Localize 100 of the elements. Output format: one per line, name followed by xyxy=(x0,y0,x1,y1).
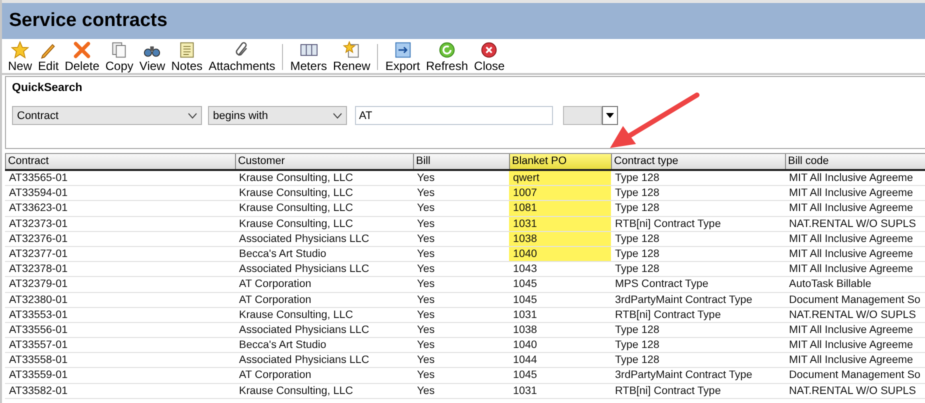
table-cell-text: 1043 xyxy=(512,262,538,276)
column-header[interactable]: Blanket PO xyxy=(509,154,611,169)
column-header[interactable]: Customer xyxy=(235,154,413,169)
table-cell-text: Type 128 xyxy=(614,262,660,276)
toolbar-button[interactable]: Attachments xyxy=(206,41,278,73)
quicksearch-label: QuickSearch xyxy=(12,82,84,94)
table-cell-text: AT32373-01 xyxy=(8,216,69,231)
table-cell: 1040 xyxy=(509,246,611,262)
toolbar-button[interactable]: Close xyxy=(471,41,508,73)
table-cell-text: Krause Consulting, LLC xyxy=(238,216,354,231)
table-cell-text: Krause Consulting, LLC xyxy=(238,201,354,216)
table-cell-text: AT33582-01 xyxy=(8,384,69,398)
export-icon xyxy=(394,41,412,59)
combo-box[interactable] xyxy=(563,106,618,125)
toolbar-button[interactable]: Copy xyxy=(102,41,136,73)
table-cell-text: 3rdPartyMaint Contract Type xyxy=(614,292,754,307)
table-cell-text: 1031 xyxy=(512,384,538,398)
table-cell-text: Yes xyxy=(416,384,436,398)
field-dropdown[interactable]: Contract xyxy=(12,106,202,125)
table-cell-text: AT32378-01 xyxy=(8,262,69,276)
window-title: Service contracts xyxy=(2,0,925,39)
meters-icon xyxy=(300,41,318,59)
table-cell-text: Yes xyxy=(416,292,436,307)
table-cell-text: RTB[ni] Contract Type xyxy=(614,308,722,322)
column-header[interactable]: Contract type xyxy=(611,154,785,169)
table-cell-text: Associated Physicians LLC xyxy=(238,322,370,338)
table-cell-text: MIT All Inclusive Agreeme xyxy=(788,262,914,276)
table-cell-text: Krause Consulting, LLC xyxy=(238,186,354,200)
table-cell-text: AT33559-01 xyxy=(8,368,69,383)
table-cell-text: Document Management So xyxy=(788,368,922,383)
toolbar-button[interactable]: New xyxy=(5,41,36,73)
table-cell-text: Becca's Art Studio xyxy=(238,338,328,352)
table-cell-text: 1044 xyxy=(512,353,538,368)
toolbar-button[interactable]: Export xyxy=(382,41,423,73)
table-cell-text: AT Corporation xyxy=(238,292,312,307)
table-cell-text: Yes xyxy=(416,171,436,186)
table-cell-text: Yes xyxy=(416,232,436,246)
table-cell-text: Yes xyxy=(416,322,436,338)
table-cell-text: MPS Contract Type xyxy=(614,277,710,292)
table-cell: 1081 xyxy=(509,201,611,216)
table-cell-text: Associated Physicians LLC xyxy=(238,232,370,246)
column-header[interactable]: Contract xyxy=(5,154,235,169)
table-cell-text: 1040 xyxy=(512,338,538,352)
table-cell: qwert xyxy=(509,171,611,186)
table-cell-text: Type 128 xyxy=(614,322,660,338)
table-cell-text: AT Corporation xyxy=(238,368,312,383)
table-cell-text: 1045 xyxy=(512,292,538,307)
table-cell-text: MIT All Inclusive Agreeme xyxy=(788,353,914,368)
table-cell-text: MIT All Inclusive Agreeme xyxy=(788,322,914,338)
operator-dropdown[interactable]: begins with xyxy=(208,106,347,125)
table-cell-text: MIT All Inclusive Agreeme xyxy=(788,186,914,200)
table-cell-text: AT33558-01 xyxy=(8,353,69,368)
table-cell-text: AT32379-01 xyxy=(8,277,69,292)
table-cell-text: Yes xyxy=(416,353,436,368)
table-cell-text: Yes xyxy=(416,308,436,322)
dropdown-arrow-icon xyxy=(606,113,614,118)
table-cell-text: Becca's Art Studio xyxy=(238,246,328,262)
table-cell-text: Krause Consulting, LLC xyxy=(238,308,354,322)
search-field[interactable]: AT xyxy=(355,106,553,125)
column-header[interactable]: Bill code xyxy=(785,154,925,169)
toolbar-button[interactable]: Edit xyxy=(35,41,62,73)
table-cell-text: AT33594-01 xyxy=(8,186,69,200)
table-cell-text: Yes xyxy=(416,216,436,231)
table-cell-text: AT33565-01 xyxy=(8,171,69,186)
table-cell-text: AT33556-01 xyxy=(8,322,69,338)
table-cell-text: RTB[ni] Contract Type xyxy=(614,384,722,398)
toolbar-button[interactable]: Refresh xyxy=(423,41,472,73)
table-cell-text: 3rdPartyMaint Contract Type xyxy=(614,368,754,383)
table-cell-text: AT33623-01 xyxy=(8,201,69,216)
toolbar-button[interactable]: Notes xyxy=(168,41,206,73)
table-cell-text: AT32380-01 xyxy=(8,292,69,307)
table-cell-text: 1045 xyxy=(512,277,538,292)
table-cell-text: NAT.RENTAL W/O SUPLS xyxy=(788,216,917,231)
table-cell-text: Type 128 xyxy=(614,186,660,200)
chevron-icon xyxy=(333,112,342,118)
table-cell-text: Type 128 xyxy=(614,232,660,246)
toolbar-button[interactable]: Meters xyxy=(287,41,330,73)
table-cell-text: Yes xyxy=(416,201,436,216)
star-icon xyxy=(11,41,29,59)
table-cell-text: AT32376-01 xyxy=(8,232,69,246)
toolbar-button[interactable]: Delete xyxy=(62,41,102,73)
table-cell-text: Associated Physicians LLC xyxy=(238,353,370,368)
toolbar-button[interactable]: Renew xyxy=(330,41,374,73)
table-cell-text: Type 128 xyxy=(614,338,660,352)
table-cell: 1007 xyxy=(509,186,611,200)
toolbar-button[interactable]: View xyxy=(136,41,168,73)
column-header[interactable]: Bill xyxy=(413,154,509,169)
table-cell-text: Yes xyxy=(416,338,436,352)
table-cell-text: MIT All Inclusive Agreeme xyxy=(788,201,914,216)
table-cell-text: Yes xyxy=(416,368,436,383)
table-cell-text: Type 128 xyxy=(614,171,660,186)
table-cell-text: Yes xyxy=(416,277,436,292)
table-cell-text: AT Corporation xyxy=(238,277,312,292)
table-cell-text: AT32377-01 xyxy=(8,246,69,262)
table-cell-text: MIT All Inclusive Agreeme xyxy=(788,171,914,186)
table-cell-text: MIT All Inclusive Agreeme xyxy=(788,232,914,246)
table-cell-text: MIT All Inclusive Agreeme xyxy=(788,246,914,262)
table-cell-text: Document Management So xyxy=(788,292,922,307)
pencil-icon xyxy=(39,41,58,59)
table-cell-text: Yes xyxy=(416,246,436,262)
